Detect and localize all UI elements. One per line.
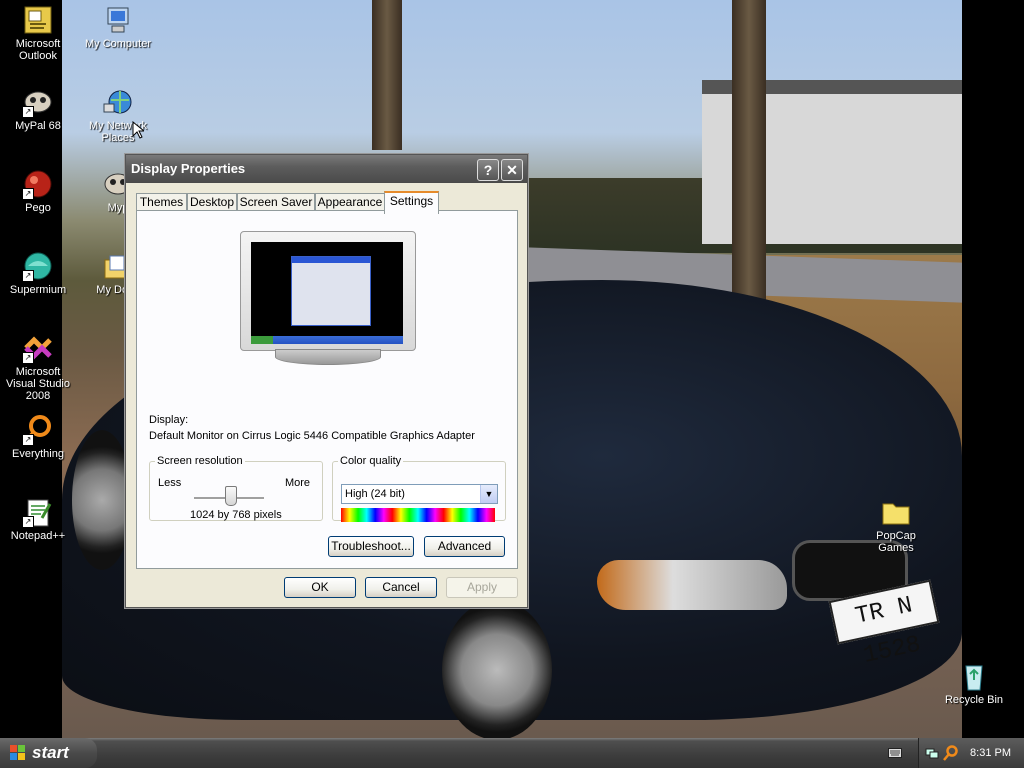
resolution-value: 1024 by 768 pixels (190, 509, 282, 521)
desktop-icon-pego[interactable]: ↗ Pego (0, 168, 76, 214)
settings-panel: Display: Default Monitor on Cirrus Logic… (136, 210, 518, 569)
preview-window (291, 256, 371, 326)
display-properties-dialog: Display Properties ? ✕ Themes Desktop Sc… (125, 154, 528, 608)
desktop-icon-recycle-bin[interactable]: Recycle Bin (936, 660, 1012, 706)
dialog-titlebar[interactable]: Display Properties ? ✕ (126, 155, 527, 183)
pego-icon: ↗ (22, 168, 54, 200)
resolution-more-label: More (284, 477, 310, 489)
desktop-icon-label: Everything (12, 448, 64, 460)
taskbar: start 8:31 PM (0, 738, 1024, 768)
folder-icon (880, 496, 912, 528)
display-value: Default Monitor on Cirrus Logic 5446 Com… (149, 430, 475, 442)
wallpaper-wheel (72, 430, 132, 570)
search-icon[interactable] (943, 745, 959, 761)
shortcut-arrow-icon: ↗ (22, 352, 34, 364)
help-button[interactable]: ? (477, 159, 499, 181)
advanced-button[interactable]: Advanced (424, 536, 505, 557)
desktop-icon-label: PopCap Games (876, 530, 916, 554)
start-label: start (32, 743, 69, 762)
wallpaper-headlight (597, 560, 787, 610)
tab-desktop[interactable]: Desktop (187, 193, 237, 211)
desktop-icon-label: Recycle Bin (944, 694, 1004, 706)
windows-logo-icon (10, 745, 25, 760)
apply-button[interactable]: Apply (446, 577, 518, 598)
tab-screen-saver[interactable]: Screen Saver (237, 193, 315, 211)
desktop-icon-my-computer[interactable]: My Computer (80, 4, 156, 50)
visual-studio-icon: ↗ (22, 332, 54, 364)
resolution-slider-thumb[interactable] (225, 486, 237, 506)
mouse-cursor-icon (132, 121, 144, 139)
desktop-icon-network[interactable]: My Network Places (80, 86, 156, 144)
ok-button[interactable]: OK (284, 577, 356, 598)
monitor-preview (240, 231, 416, 367)
desktop-icon-label: Pego (25, 202, 51, 214)
clock[interactable]: 8:31 PM (970, 738, 1011, 768)
supermium-icon: ↗ (22, 250, 54, 282)
color-quality-select[interactable]: High (24 bit) ▼ (341, 484, 498, 504)
wallpaper-tree (372, 0, 402, 150)
preview-taskbar (251, 336, 403, 344)
shortcut-arrow-icon: ↗ (22, 188, 34, 200)
screen-resolution-legend: Screen resolution (157, 455, 243, 467)
troubleshoot-button[interactable]: Troubleshoot... (328, 536, 414, 557)
tab-themes[interactable]: Themes (136, 193, 187, 211)
shortcut-arrow-icon: ↗ (22, 516, 34, 528)
outlook-icon (22, 4, 54, 36)
monitor-frame (240, 231, 416, 351)
chevron-down-icon[interactable]: ▼ (480, 485, 497, 503)
tab-settings[interactable]: Settings (384, 191, 439, 214)
recycle-bin-icon (958, 660, 990, 692)
system-tray: 8:31 PM (918, 738, 1024, 768)
network-tray-icon[interactable] (925, 746, 939, 760)
shortcut-arrow-icon: ↗ (22, 434, 34, 446)
color-quality-value: High (24 bit) (345, 488, 405, 500)
mypal-icon: ↗ (22, 86, 54, 118)
everything-icon: ↗ (22, 414, 54, 446)
desktop-icon-label: Microsoft Visual Studio 2008 (5, 366, 70, 402)
color-quality-legend: Color quality (340, 455, 402, 467)
tab-appearance[interactable]: Appearance (315, 193, 385, 211)
desktop-icon-label: MyPal 68 (15, 120, 61, 132)
desktop-icon-notepadpp[interactable]: ↗ Notepad++ (0, 496, 76, 542)
cancel-button[interactable]: Cancel (365, 577, 437, 598)
wallpaper-wheel (442, 600, 552, 738)
wallpaper-tree (732, 0, 766, 340)
desktop-icon-outlook[interactable]: Microsoft Outlook (0, 4, 76, 62)
desktop-icon-label: Notepad++ (10, 530, 66, 542)
desktop-icon-mypal[interactable]: ↗ MyPal 68 (0, 86, 76, 132)
computer-icon (102, 4, 134, 36)
keyboard-icon[interactable] (888, 747, 902, 759)
color-spectrum-bar (341, 508, 495, 522)
monitor-stand (275, 349, 381, 365)
shortcut-arrow-icon: ↗ (22, 106, 34, 118)
desktop-icon-everything[interactable]: ↗ Everything (0, 414, 76, 460)
monitor-screen (251, 242, 403, 344)
desktop-icon-label: Supermium (9, 284, 67, 296)
display-label: Display: (149, 414, 189, 426)
color-quality-group: Color quality High (24 bit) ▼ (332, 455, 506, 522)
desktop-icon-popcap-games[interactable]: PopCap Games (858, 496, 934, 554)
dialog-title: Display Properties (131, 161, 246, 176)
shortcut-arrow-icon: ↗ (22, 270, 34, 282)
notepadpp-icon: ↗ (22, 496, 54, 528)
preview-start-button (251, 336, 273, 344)
desktop-icon-supermium[interactable]: ↗ Supermium (0, 250, 76, 296)
network-icon (102, 86, 134, 118)
desktop-icon-label: My Computer (84, 38, 152, 50)
start-button[interactable]: start (0, 738, 97, 768)
screen-resolution-group: Screen resolution Less More 1024 by 768 … (149, 455, 323, 521)
resolution-less-label: Less (158, 477, 182, 489)
close-button[interactable]: ✕ (501, 159, 523, 181)
desktop-icon-label: Microsoft Outlook (15, 38, 61, 62)
desktop-icon-visual-studio[interactable]: ↗ Microsoft Visual Studio 2008 (0, 332, 76, 402)
